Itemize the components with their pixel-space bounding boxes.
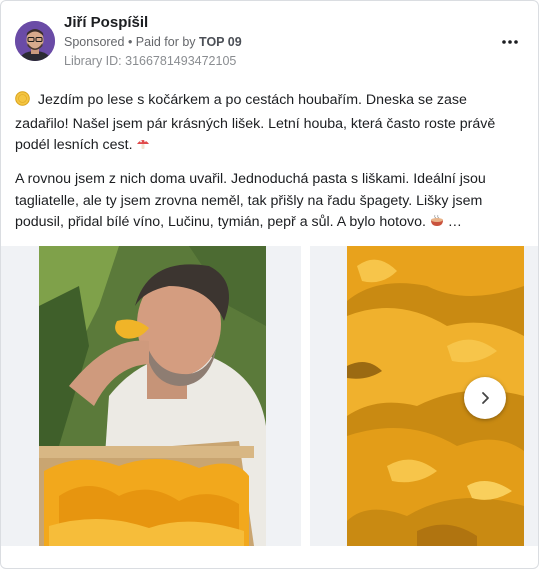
carousel-slide[interactable] xyxy=(1,246,301,546)
chevron-right-icon xyxy=(482,392,489,404)
see-more-ellipsis[interactable]: … xyxy=(444,214,462,230)
author-name[interactable]: Jiří Pospíšil xyxy=(64,14,148,31)
paragraph-2-text: A rovnou jsem z nich doma uvařil. Jednod… xyxy=(15,171,486,230)
avatar[interactable] xyxy=(15,21,55,61)
coin-emoji-icon xyxy=(15,91,30,114)
post-paragraph-1: Jezdím po lese s kočárkem a po cestách h… xyxy=(15,90,520,159)
image-carousel xyxy=(1,246,538,546)
three-dots-icon xyxy=(502,40,518,44)
paragraph-1-text: Jezdím po lese s kočárkem a po cestách h… xyxy=(15,92,496,153)
food-emoji-icon xyxy=(430,214,444,236)
more-options-button[interactable] xyxy=(498,30,522,54)
post-paragraph-2: A rovnou jsem z nich doma uvařil. Jednod… xyxy=(15,169,520,236)
man-smelling-chanterelles-photo xyxy=(39,246,266,546)
sponsored-line: Sponsored • Paid for by TOP 09 xyxy=(64,35,242,49)
sponsored-label: Sponsored xyxy=(64,35,125,49)
carousel-next-button[interactable] xyxy=(464,377,506,419)
paid-for-prefix: • Paid for by xyxy=(124,35,200,49)
ad-post-card: Jiří Pospíšil Sponsored • Paid for by TO… xyxy=(0,0,539,569)
mushroom-emoji-icon xyxy=(136,137,150,159)
paid-for-by[interactable]: TOP 09 xyxy=(199,35,242,49)
library-id: Library ID: 3166781493472105 xyxy=(64,54,237,68)
